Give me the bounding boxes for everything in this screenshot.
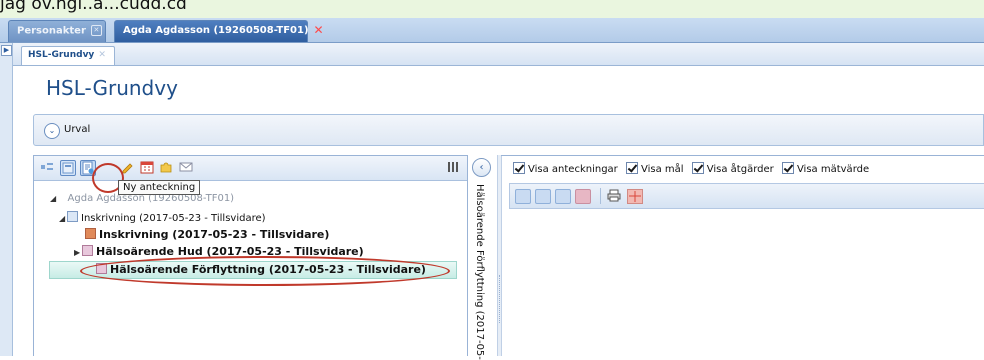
vertical-title: Hälsoärende Förflyttning (2017-05- — [474, 184, 485, 360]
delete-icon[interactable] — [575, 189, 591, 204]
tree-collapse-icon[interactable]: ◢ — [50, 194, 58, 203]
columns-icon[interactable] — [446, 160, 460, 174]
checkbox-label: Visa anteckningar — [528, 164, 618, 175]
checkbox-visa-matvarde[interactable] — [781, 162, 794, 174]
envelope-icon[interactable] — [179, 160, 193, 174]
tab-agda-agdasson[interactable]: Agda Agdasson (19260508-TF01) ✕ — [114, 20, 324, 42]
tab-hsl-grundvy[interactable]: HSL-Grundvy ✕ — [21, 46, 115, 65]
tab-label: Agda Agdasson (19260508-TF01) — [123, 25, 309, 36]
vertical-title-strip[interactable]: Hälsoärende Förflyttning (2017-05- — [473, 180, 490, 360]
checkbox-label: Visa mål — [640, 164, 684, 175]
close-icon[interactable]: ✕ — [90, 25, 102, 36]
edit-icon[interactable] — [555, 189, 571, 204]
tooltip: Ny anteckning — [118, 180, 201, 195]
right-panel: Visa anteckningar Visa mål Visa åtgärder… — [501, 155, 984, 357]
close-icon[interactable]: ✕ — [314, 24, 324, 36]
tree-node-inskrivning-group[interactable]: ◢ Inskrivning (2017-05-23 - Tillsvidare) — [59, 211, 266, 224]
page-title: HSL-Grundvy — [46, 76, 178, 100]
sub-tab-bar: HSL-Grundvy ✕ — [13, 43, 984, 66]
record-icon — [85, 228, 96, 239]
top-strip: jag öv.ngi..a...cudd.cd — [0, 0, 984, 18]
tree-expand-icon[interactable]: ▶ — [74, 248, 82, 257]
toolbar-separator — [600, 188, 601, 204]
puzzle-icon[interactable] — [159, 160, 173, 174]
tree-collapse-icon[interactable]: ◢ — [59, 214, 67, 223]
main-tab-bar: Personakter ✕ Agda Agdasson (19260508-TF0… — [0, 18, 984, 43]
group-icon — [67, 211, 78, 222]
collapse-panel-button[interactable]: ‹ — [472, 158, 491, 177]
checkbox-visa-mal[interactable] — [625, 162, 638, 174]
checkbox-label: Visa mätvärde — [796, 164, 870, 175]
urval-bar[interactable]: ⌄ Urval — [33, 114, 984, 146]
record-icon — [82, 245, 93, 256]
tab-label: HSL-Grundvy — [28, 50, 95, 60]
checkbox-row: Visa anteckningar Visa mål Visa åtgärder… — [513, 162, 874, 176]
annotation-ring-row — [80, 256, 450, 286]
collapsed-side-panel: ▶ — [0, 43, 13, 356]
expand-icon[interactable]: ▶ — [1, 45, 12, 56]
checkbox-visa-atgarder[interactable] — [691, 162, 704, 174]
tree-node-label: Inskrivning (2017-05-23 - Tillsvidare) — [81, 213, 266, 224]
tree-node-inskrivning[interactable]: Inskrivning (2017-05-23 - Tillsvidare) — [85, 228, 329, 241]
right-toolbar — [509, 183, 984, 209]
checkbox-visa-anteckningar[interactable] — [513, 162, 525, 174]
view-icon[interactable] — [60, 160, 76, 176]
checkbox-label: Visa åtgärder — [706, 164, 774, 175]
document-icon[interactable] — [535, 189, 551, 204]
chevron-down-icon[interactable]: ⌄ — [44, 123, 60, 139]
tab-personakter[interactable]: Personakter ✕ — [8, 20, 106, 42]
calendar-icon[interactable] — [140, 160, 154, 174]
handwritten-caption: jag öv.ngi..a...cudd.cd — [0, 0, 187, 14]
add-icon[interactable] — [515, 189, 531, 204]
tree-node-label: Inskrivning (2017-05-23 - Tillsvidare) — [99, 228, 330, 241]
expand-tree-icon[interactable] — [40, 160, 54, 174]
tab-label: Personakter — [17, 25, 86, 37]
printer-icon[interactable] — [607, 189, 621, 202]
close-icon[interactable]: ✕ — [98, 50, 106, 60]
grid-icon[interactable] — [627, 189, 643, 204]
urval-label: Urval — [64, 124, 91, 135]
